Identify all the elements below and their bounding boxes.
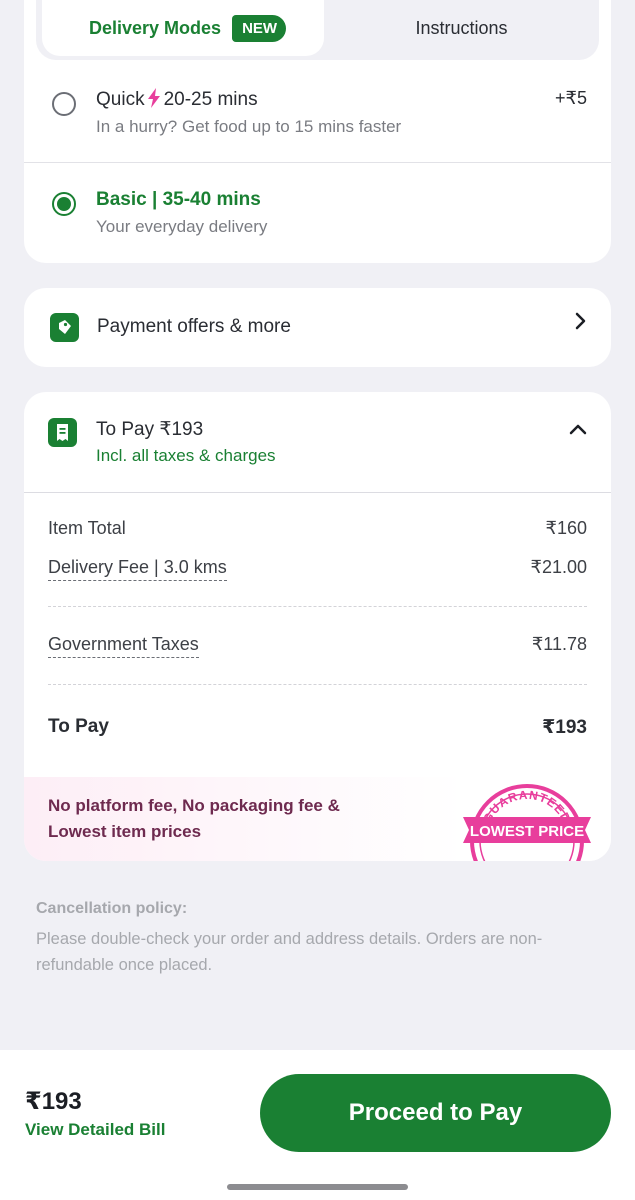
mode-quick-time: 20-25 mins: [163, 89, 258, 110]
dashed-divider: [48, 684, 587, 685]
footer-amount: ₹193: [25, 1088, 82, 1115]
proceed-to-pay-button[interactable]: Proceed to Pay: [260, 1074, 611, 1152]
cancellation-text: Please double-check your order and addre…: [36, 930, 543, 974]
promo-text: No platform fee, No packaging fee & Lowe…: [48, 796, 340, 841]
receipt-icon: [48, 418, 77, 447]
payment-offers-label: Payment offers & more: [97, 316, 291, 337]
view-detailed-bill-link[interactable]: View Detailed Bill: [25, 1120, 165, 1140]
delivery-fee-value: ₹21.00: [530, 557, 588, 577]
checkout-footer: ₹193 View Detailed Bill Proceed to Pay: [0, 1050, 635, 1200]
mode-quick-subtitle: In a hurry? Get food up to 15 mins faste…: [96, 117, 402, 136]
delivery-modes-card: Delivery Modes NEW Instructions Quick 20-…: [24, 0, 611, 263]
bill-details-card: To Pay ₹193 Incl. all taxes & charges It…: [24, 392, 611, 861]
divider: [24, 162, 611, 163]
divider: [24, 492, 611, 493]
mode-basic-subtitle: Your everyday delivery: [96, 217, 268, 236]
mode-quick-price: +₹5: [555, 88, 587, 108]
chevron-up-icon[interactable]: [569, 418, 587, 441]
delivery-tabs: Delivery Modes NEW Instructions: [36, 0, 599, 60]
to-pay-value: ₹193: [542, 717, 587, 738]
item-total-value: ₹160: [545, 518, 587, 538]
radio-basic[interactable]: [52, 192, 76, 216]
delivery-fee-label[interactable]: Delivery Fee | 3.0 kms: [48, 557, 227, 581]
offer-tag-icon: [50, 313, 79, 342]
bill-subtitle: Incl. all taxes & charges: [96, 446, 276, 465]
tab-delivery-modes[interactable]: Delivery Modes NEW: [42, 0, 324, 56]
new-badge: NEW: [232, 14, 287, 42]
home-indicator: [227, 1184, 408, 1190]
dashed-divider: [48, 606, 587, 607]
tab-instructions[interactable]: Instructions: [324, 0, 599, 56]
payment-offers-row[interactable]: Payment offers & more: [24, 288, 611, 367]
chevron-right-icon: [575, 312, 587, 336]
lightning-icon: [147, 88, 160, 108]
to-pay-label: To Pay: [48, 716, 109, 737]
mode-quick[interactable]: Quick 20-25 mins In a hurry? Get food up …: [24, 80, 611, 160]
mode-basic-title: Basic | 35-40 mins: [96, 189, 261, 210]
mode-quick-name: Quick: [96, 89, 145, 110]
cancellation-heading: Cancellation policy:: [36, 900, 188, 917]
tab-delivery-modes-label: Delivery Modes: [89, 17, 222, 38]
government-taxes-value: ₹11.78: [531, 634, 587, 654]
svg-text:LOWEST PRICE: LOWEST PRICE: [470, 823, 584, 840]
promo-banner: No platform fee, No packaging fee & Lowe…: [24, 777, 611, 861]
bill-title: To Pay ₹193: [96, 419, 204, 440]
mode-quick-title: Quick 20-25 mins: [96, 88, 258, 111]
lowest-price-seal-icon: GUARANTEED LOWEST PRICE: [463, 784, 591, 861]
radio-quick[interactable]: [52, 92, 76, 116]
government-taxes-label[interactable]: Government Taxes: [48, 634, 199, 658]
item-total-label: Item Total: [48, 518, 126, 538]
mode-basic[interactable]: Basic | 35-40 mins Your everyday deliver…: [24, 182, 611, 252]
